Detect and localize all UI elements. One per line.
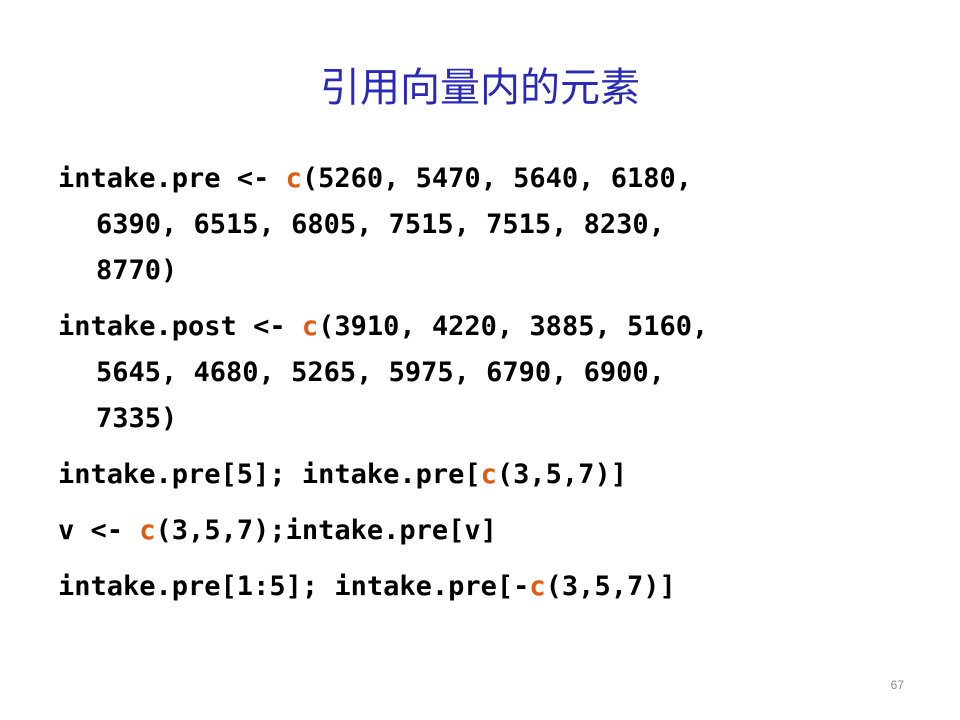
code-line: v <- c(3,5,7);intake.pre[v] — [58, 508, 918, 554]
code-text: v <- — [58, 515, 140, 546]
code-text: intake.pre[1:5]; intake.pre[- — [58, 571, 530, 602]
function-name: c — [529, 571, 546, 602]
code-block-intake-post: intake.post <- c(3910, 4220, 3885, 5160,… — [58, 304, 918, 442]
code-text: (3910, 4220, 3885, 5160, — [318, 311, 709, 342]
code-line-continuation: 6390, 6515, 6805, 7515, 7515, 8230, — [96, 209, 665, 240]
code-line-continuation: 7335) — [96, 403, 178, 434]
code-line-continuation: 8770) — [96, 255, 178, 286]
code-block-index-subset: intake.pre[5]; intake.pre[c(3,5,7)] — [58, 452, 918, 498]
code-line-continuation: 5645, 4680, 5265, 5975, 6790, 6900, — [96, 357, 665, 388]
code-block-index-variable: v <- c(3,5,7);intake.pre[v] — [58, 508, 918, 554]
code-text: intake.post <- — [58, 311, 302, 342]
slide-title: 引用向量内的元素 — [320, 65, 640, 111]
code-line: intake.pre[1:5]; intake.pre[-c(3,5,7)] — [58, 564, 918, 610]
code-line: intake.post <- c(3910, 4220, 3885, 5160, — [58, 304, 918, 350]
code-text: (3,5,7);intake.pre[v] — [155, 515, 497, 546]
function-name: c — [301, 311, 319, 342]
function-name: c — [285, 163, 302, 194]
function-name: c — [139, 515, 156, 546]
code-body: intake.pre <- c(5260, 5470, 5640, 6180, … — [58, 156, 918, 620]
code-line: intake.pre[5]; intake.pre[c(3,5,7)] — [58, 452, 918, 498]
page-number: 67 — [890, 678, 904, 692]
code-line: intake.pre <- c(5260, 5470, 5640, 6180, — [58, 156, 918, 202]
function-name: c — [480, 459, 497, 490]
code-text: (5260, 5470, 5640, 6180, — [301, 163, 692, 194]
code-text: (3,5,7)] — [496, 459, 627, 490]
code-block-intake-pre: intake.pre <- c(5260, 5470, 5640, 6180, … — [58, 156, 918, 294]
code-text: (3,5,7)] — [545, 571, 676, 602]
code-block-index-range-negative: intake.pre[1:5]; intake.pre[-c(3,5,7)] — [58, 564, 918, 610]
code-text: intake.pre[5]; intake.pre[ — [58, 459, 481, 490]
code-text: intake.pre <- — [58, 163, 286, 194]
